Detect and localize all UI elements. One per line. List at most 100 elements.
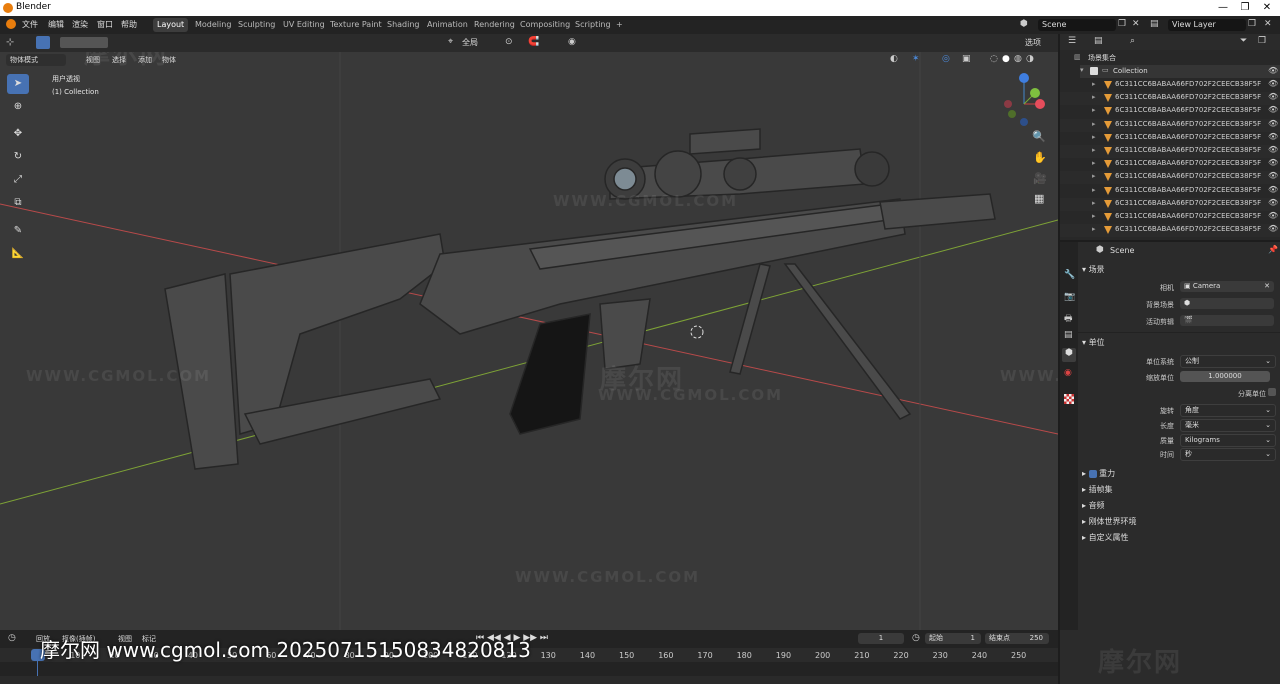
- gravity-section-header[interactable]: ▸ 重力: [1082, 468, 1115, 479]
- custom-properties-section-header[interactable]: ▸ 自定义属性: [1082, 532, 1129, 543]
- menu-add[interactable]: 添加: [138, 55, 152, 65]
- outliner-object-row[interactable]: ▸ 6C311CC6BABAA66FD702F2CEECB38F5F 👁: [1060, 158, 1280, 172]
- time-dropdown[interactable]: 秒 ⌄: [1180, 448, 1276, 461]
- tool-tab-icon[interactable]: 🔧: [1064, 270, 1075, 280]
- select-tool-icon[interactable]: [36, 36, 50, 49]
- length-dropdown[interactable]: 毫米 ⌄: [1180, 419, 1276, 432]
- selection-mode-icons[interactable]: [60, 37, 108, 48]
- current-frame-field[interactable]: 1: [858, 633, 904, 644]
- expand-arrow-icon[interactable]: ▸: [1092, 186, 1096, 194]
- render-tab-icon[interactable]: 📷: [1064, 292, 1075, 302]
- outliner-object-row[interactable]: ▸ 6C311CC6BABAA66FD702F2CEECB38F5F 👁: [1060, 224, 1280, 238]
- start-frame-field[interactable]: 起始 1: [925, 633, 981, 644]
- background-scene-field[interactable]: ⬢: [1180, 298, 1274, 309]
- tab-uv-editing[interactable]: UV Editing: [279, 18, 329, 32]
- expand-arrow-icon[interactable]: ▸: [1092, 120, 1096, 128]
- expand-arrow-icon[interactable]: ▸: [1092, 159, 1096, 167]
- menu-object[interactable]: 物体: [162, 55, 176, 65]
- units-section-header[interactable]: ▾ 单位: [1082, 337, 1105, 348]
- new-view-layer-icon[interactable]: ❐: [1248, 19, 1256, 29]
- outliner-object-row[interactable]: ▸ 6C311CC6BABAA66FD702F2CEECB38F5F 👁: [1060, 92, 1280, 106]
- minimize-button[interactable]: —: [1212, 1, 1234, 15]
- tab-animation[interactable]: Animation: [423, 18, 472, 32]
- add-workspace-button[interactable]: +: [612, 18, 627, 32]
- outliner-object-row[interactable]: ▸ 6C311CC6BABAA66FD702F2CEECB38F5F 👁: [1060, 131, 1280, 145]
- scene-tab-icon[interactable]: ⬢: [1062, 348, 1076, 362]
- expand-arrow-icon[interactable]: ▸: [1092, 199, 1096, 207]
- outliner-object-row[interactable]: ▸ 6C311CC6BABAA66FD702F2CEECB38F5F 👁: [1060, 211, 1280, 224]
- unit-scale-field[interactable]: 1.000000: [1180, 371, 1270, 382]
- new-collection-icon[interactable]: ❐: [1258, 36, 1266, 46]
- zoom-icon[interactable]: 🔍: [1032, 130, 1046, 143]
- unit-system-dropdown[interactable]: 公制 ⌄: [1180, 355, 1276, 368]
- menu-render[interactable]: 渲染: [72, 19, 88, 30]
- proportional-edit-icon[interactable]: ◉: [568, 37, 576, 47]
- scene-field[interactable]: Scene: [1038, 19, 1116, 31]
- transform-tool[interactable]: ⧉: [7, 193, 29, 213]
- timeline-editor-icon[interactable]: ◷: [8, 633, 16, 643]
- pin-icon[interactable]: 📌: [1268, 245, 1278, 254]
- rendered-shading-icon[interactable]: ◑: [1026, 54, 1034, 64]
- close-button[interactable]: ✕: [1256, 1, 1278, 15]
- outliner-object-row[interactable]: ▸ 6C311CC6BABAA66FD702F2CEECB38F5F 👁: [1060, 171, 1280, 185]
- eye-icon[interactable]: 👁: [1268, 92, 1278, 101]
- clear-camera-icon[interactable]: ✕: [1264, 281, 1270, 292]
- tab-shading[interactable]: Shading: [383, 18, 424, 32]
- delete-scene-icon[interactable]: ✕: [1132, 19, 1140, 29]
- move-tool[interactable]: ✥: [7, 124, 29, 144]
- tab-texture-paint[interactable]: Texture Paint: [326, 18, 386, 32]
- eye-icon[interactable]: 👁: [1268, 224, 1278, 233]
- pan-hand-icon[interactable]: ✋: [1033, 151, 1047, 164]
- outliner-object-row[interactable]: ▸ 6C311CC6BABAA66FD702F2CEECB38F5F 👁: [1060, 79, 1280, 92]
- blender-menu-icon[interactable]: [6, 19, 16, 29]
- visibility-icon[interactable]: ◐: [890, 54, 898, 64]
- xray-icon[interactable]: ▣: [962, 54, 971, 64]
- eye-icon[interactable]: 👁: [1268, 66, 1278, 75]
- rigid-body-world-section-header[interactable]: ▸ 刚体世界环境: [1082, 516, 1137, 527]
- eye-icon[interactable]: 👁: [1268, 185, 1278, 194]
- eye-icon[interactable]: 👁: [1268, 145, 1278, 154]
- eye-icon[interactable]: 👁: [1268, 198, 1278, 207]
- view-layer-tab-icon[interactable]: ▤: [1064, 330, 1073, 340]
- menu-window[interactable]: 窗口: [97, 19, 113, 30]
- checkbox-icon[interactable]: [1090, 67, 1098, 75]
- menu-view[interactable]: 视图: [86, 55, 100, 65]
- properties-panel[interactable]: 🔧 📷 🖶 ▤ ⬢ ◉ ⬢ Scene 📌 ▾ 场景 相机 ▣ Camera ✕…: [1060, 242, 1280, 662]
- outliner-object-row[interactable]: ▸ 6C311CC6BABAA66FD702F2CEECB38F5F 👁: [1060, 105, 1280, 119]
- active-clip-field[interactable]: 🎬: [1180, 315, 1274, 326]
- rotation-dropdown[interactable]: 角度 ⌄: [1180, 404, 1276, 417]
- tab-compositing[interactable]: Compositing: [516, 18, 574, 32]
- delete-view-layer-icon[interactable]: ✕: [1264, 19, 1272, 29]
- cursor-tool[interactable]: ⊕: [7, 97, 29, 117]
- expand-arrow-icon[interactable]: ▸: [1092, 133, 1096, 141]
- expand-arrow-icon[interactable]: ▸: [1092, 106, 1096, 114]
- eye-icon[interactable]: 👁: [1268, 171, 1278, 180]
- outliner-object-row[interactable]: ▸ 6C311CC6BABAA66FD702F2CEECB38F5F 👁: [1060, 184, 1280, 198]
- menu-file[interactable]: 文件: [22, 19, 38, 30]
- expand-arrow-icon[interactable]: ▸: [1092, 80, 1096, 88]
- measure-tool[interactable]: 📐: [7, 244, 29, 264]
- tab-scripting[interactable]: Scripting: [571, 18, 615, 32]
- pivot-icon[interactable]: ⊙: [505, 37, 513, 47]
- eye-icon[interactable]: 👁: [1268, 119, 1278, 128]
- gravity-checkbox[interactable]: [1088, 469, 1097, 478]
- editor-type-icon[interactable]: ⊹: [6, 37, 14, 48]
- annotate-tool[interactable]: ✎: [7, 221, 29, 241]
- audio-section-header[interactable]: ▸ 音频: [1082, 500, 1105, 511]
- menu-edit[interactable]: 编辑: [48, 19, 64, 30]
- end-frame-field[interactable]: 结束点 250: [985, 633, 1049, 644]
- expand-arrow-icon[interactable]: ▸: [1092, 146, 1096, 154]
- world-tab-icon[interactable]: ◉: [1064, 368, 1072, 378]
- transform-orientation-dropdown[interactable]: 全局: [462, 37, 478, 48]
- snap-icon[interactable]: 🧲: [528, 37, 539, 47]
- camera-field[interactable]: ▣ Camera ✕: [1180, 281, 1274, 292]
- solid-shading-icon[interactable]: ●: [1002, 54, 1010, 64]
- eye-icon[interactable]: 👁: [1268, 105, 1278, 114]
- options-dropdown[interactable]: 选项: [1025, 37, 1041, 48]
- wireframe-shading-icon[interactable]: ◌: [990, 54, 998, 64]
- eye-icon[interactable]: 👁: [1268, 132, 1278, 141]
- 3d-viewport[interactable]: WWW.CGMOL.COM WWW.CGMOL.COM WWW.CGMOL.CO…: [0, 34, 1058, 630]
- ortho-grid-icon[interactable]: ▦: [1034, 192, 1044, 205]
- shading-controls[interactable]: ◐ ✶ ◎ ▣ ◌ ● ◍ ◑: [890, 54, 1050, 66]
- expand-arrow-icon[interactable]: ▸: [1092, 172, 1096, 180]
